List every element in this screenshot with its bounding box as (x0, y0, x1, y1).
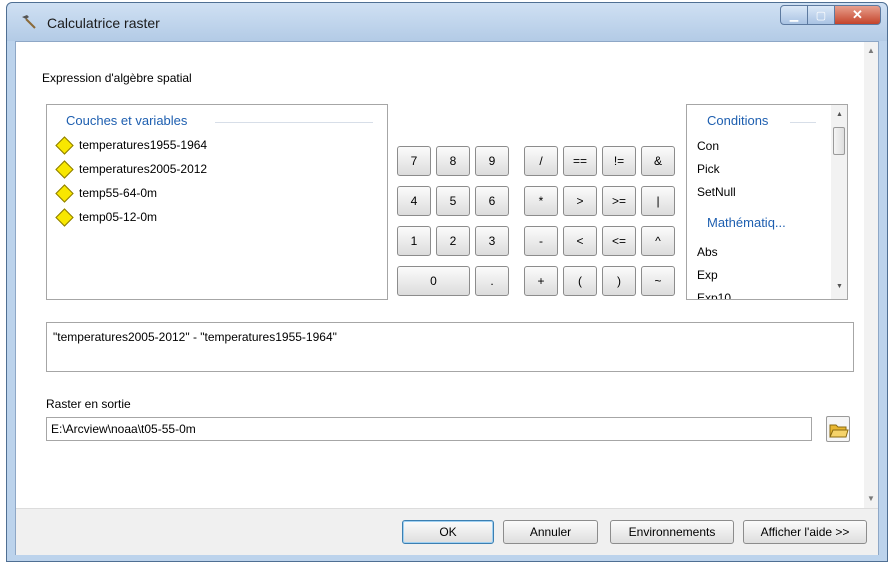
maximize-icon: ▢ (815, 9, 827, 22)
calc-button-not[interactable]: ~ (641, 266, 675, 296)
calc-button-less[interactable]: < (563, 226, 597, 256)
conditions-header-divider (790, 122, 816, 123)
functions-panel: Conditions Con Pick SetNull Mathématiq..… (686, 104, 848, 300)
raster-layer-icon (55, 135, 74, 155)
scroll-up-icon: ▲ (867, 46, 875, 55)
close-button[interactable]: ✕ (835, 5, 881, 25)
expression-text: "temperatures2005-2012" - "temperatures1… (53, 330, 337, 344)
calc-button-7[interactable]: 7 (397, 146, 431, 176)
raster-layer-icon (55, 183, 74, 203)
open-folder-icon (829, 424, 849, 438)
dialog-window: Calculatrice raster ▁ ▢ ✕ Expression d'a… (6, 2, 888, 562)
output-raster-value: E:\Arcview\noaa\t05-55-0m (51, 422, 196, 436)
math-header: Mathématiq... (707, 215, 786, 230)
calc-button-decimal[interactable]: . (475, 266, 509, 296)
dialog-client: Expression d'algèbre spatial Couches et … (15, 41, 879, 555)
calc-button-add[interactable]: + (524, 266, 558, 296)
calc-button-greater[interactable]: > (563, 186, 597, 216)
calc-button-equal[interactable]: == (563, 146, 597, 176)
title-bar[interactable]: Calculatrice raster ▁ ▢ ✕ (7, 3, 887, 41)
output-raster-input[interactable]: E:\Arcview\noaa\t05-55-0m (46, 417, 812, 441)
calc-button-0[interactable]: 0 (397, 266, 470, 296)
calc-button-2[interactable]: 2 (436, 226, 470, 256)
conditions-header: Conditions (707, 113, 769, 128)
calc-button-multiply[interactable]: * (524, 186, 558, 216)
maximize-button[interactable]: ▢ (808, 5, 835, 25)
minimize-icon: ▁ (789, 9, 799, 22)
calc-button-1[interactable]: 1 (397, 226, 431, 256)
calc-button-8[interactable]: 8 (436, 146, 470, 176)
calc-button-divide[interactable]: / (524, 146, 558, 176)
hammer-icon (22, 15, 36, 29)
calc-button-subtract[interactable]: - (524, 226, 558, 256)
dialog-body: Expression d'algèbre spatial Couches et … (16, 42, 864, 508)
dialog-scrollbar[interactable]: ▲ ▼ (864, 42, 878, 508)
calc-button-greater-equal[interactable]: >= (602, 186, 636, 216)
calc-button-4[interactable]: 4 (397, 186, 431, 216)
functions-scrollbar[interactable]: ▲ ▼ (831, 105, 847, 299)
ok-button[interactable]: OK (402, 520, 494, 544)
function-item-exp10[interactable]: Exp10 (697, 291, 731, 299)
minimize-button[interactable]: ▁ (780, 5, 808, 25)
calc-button-6[interactable]: 6 (475, 186, 509, 216)
function-item-con[interactable]: Con (697, 139, 719, 153)
dialog-footer: OK Annuler Environnements Afficher l'aid… (16, 508, 878, 555)
close-icon: ✕ (852, 7, 863, 22)
function-item-exp[interactable]: Exp (697, 268, 718, 282)
layer-item[interactable]: temperatures1955-1964 (55, 135, 207, 155)
layer-item[interactable]: temperatures2005-2012 (55, 159, 207, 179)
calc-button-or[interactable]: | (641, 186, 675, 216)
raster-layer-icon (55, 159, 74, 179)
calc-button-5[interactable]: 5 (436, 186, 470, 216)
layer-item[interactable]: temp05-12-0m (55, 207, 157, 227)
calc-button-3[interactable]: 3 (475, 226, 509, 256)
functions-scroll-thumb[interactable] (833, 127, 845, 155)
layer-item[interactable]: temp55-64-0m (55, 183, 157, 203)
calc-button-open-paren[interactable]: ( (563, 266, 597, 296)
function-item-setnull[interactable]: SetNull (697, 185, 736, 199)
scroll-down-icon: ▼ (836, 283, 843, 290)
expression-textbox[interactable]: "temperatures2005-2012" - "temperatures1… (46, 322, 854, 372)
raster-layer-icon (55, 207, 74, 227)
calc-button-9[interactable]: 9 (475, 146, 509, 176)
function-item-abs[interactable]: Abs (697, 245, 718, 259)
scroll-down-icon: ▼ (867, 494, 875, 503)
browse-folder-button[interactable] (826, 416, 850, 442)
output-raster-label: Raster en sortie (46, 397, 131, 411)
calc-button-xor[interactable]: ^ (641, 226, 675, 256)
layers-header: Couches et variables (66, 113, 188, 128)
function-item-pick[interactable]: Pick (697, 162, 720, 176)
show-help-button[interactable]: Afficher l'aide >> (743, 520, 867, 544)
window-title: Calculatrice raster (47, 15, 160, 31)
environments-button[interactable]: Environnements (610, 520, 734, 544)
calc-button-close-paren[interactable]: ) (602, 266, 636, 296)
calc-button-and[interactable]: & (641, 146, 675, 176)
expression-label: Expression d'algèbre spatial (42, 71, 192, 85)
scroll-up-icon: ▲ (836, 111, 843, 118)
calc-button-less-equal[interactable]: <= (602, 226, 636, 256)
layers-header-divider (215, 122, 373, 123)
calc-button-not-equal[interactable]: != (602, 146, 636, 176)
cancel-button[interactable]: Annuler (503, 520, 598, 544)
layers-panel: Couches et variables temperatures1955-19… (46, 104, 388, 300)
